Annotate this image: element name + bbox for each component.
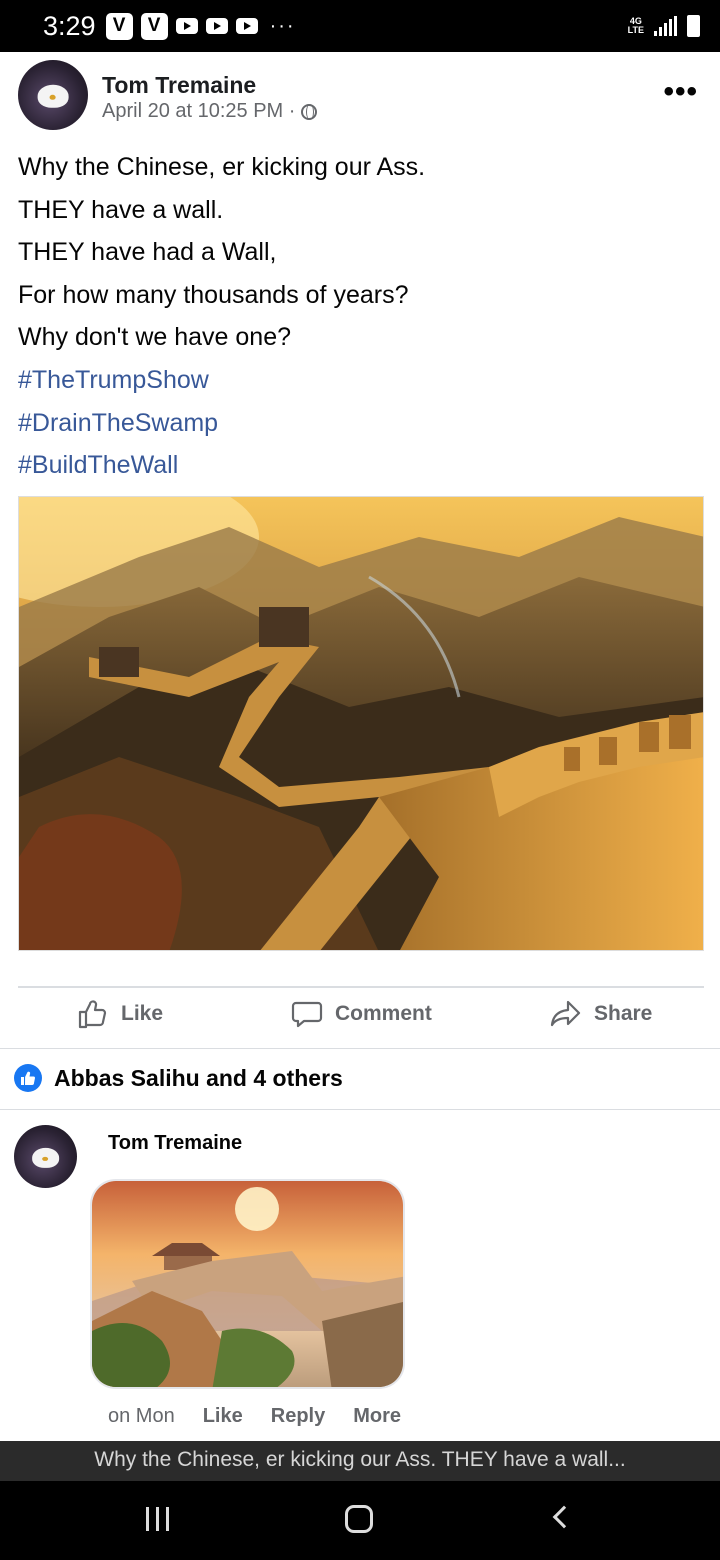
post-photo[interactable] [18,496,704,951]
youtube-icon [205,18,228,34]
comment-reply-button[interactable]: Reply [271,1405,325,1428]
youtube-icon [175,18,198,34]
youtube-icon [235,18,258,34]
comment-more-button[interactable]: More [353,1405,401,1428]
action-divider-top [18,986,704,988]
reactions-text: Abbas Salihu and 4 others [54,1064,343,1091]
post-timestamp[interactable]: April 20 at 10:25 PM · [102,100,295,123]
reactions-summary[interactable]: Abbas Salihu and 4 others [14,1064,343,1092]
comment-button[interactable]: Comment [291,998,432,1030]
post-text-line: For how many thousands of years? [18,280,409,309]
post-text-line: THEY have had a Wall, [18,238,277,267]
system-nav-bar [0,1481,720,1560]
home-icon[interactable] [345,1505,373,1533]
app-v-icon: V [140,12,168,40]
like-button[interactable]: Like [77,998,163,1030]
app-v-icon: V [105,12,133,40]
reactions-divider [0,1109,720,1110]
comment-time: on Mon [108,1405,175,1427]
post-text-line: THEY have a wall. [18,195,224,224]
comment-like-button[interactable]: Like [203,1405,243,1428]
recent-apps-icon[interactable] [146,1507,169,1531]
comment-actions: on Mon Like Reply More [108,1405,401,1428]
signal-icon [654,16,677,36]
post-meta: April 20 at 10:25 PM · [102,100,318,123]
status-time: 3:29 [43,10,96,41]
action-divider-bottom [0,1048,720,1049]
hashtag-link[interactable]: #TheTrumpShow [18,359,698,402]
commenter-avatar[interactable] [14,1125,77,1188]
share-label: Share [594,1002,653,1025]
more-notifications-icon: ··· [269,14,296,37]
share-button[interactable]: Share [550,998,652,1030]
post-preview-banner[interactable]: Why the Chinese, er kicking our Ass. THE… [0,1441,720,1481]
comment-icon [291,1001,323,1028]
like-label: Like [121,1002,164,1025]
post-body: Why the Chinese, er kicking our Ass. THE… [18,146,698,487]
globe-icon [301,103,318,120]
comment-author-name[interactable]: Tom Tremaine [108,1132,242,1155]
hashtag-link[interactable]: #DrainTheSwamp [18,402,698,445]
post-author-name[interactable]: Tom Tremaine [102,72,256,99]
more-options-icon[interactable]: ••• [663,77,698,107]
comment-photo[interactable] [90,1179,405,1389]
comment-label: Comment [335,1002,432,1025]
like-reaction-icon [14,1064,42,1092]
thumbs-up-icon [78,1000,107,1029]
notification-icons: V V ··· [105,12,296,40]
status-bar: 3:29 V V ··· 4G LTE [0,0,720,52]
post-text-line: Why the Chinese, er kicking our Ass. [18,153,426,181]
battery-icon [687,15,700,37]
post-text-line: Why don't we have one? [18,323,291,352]
network-type-icon: 4G LTE [627,16,644,35]
hashtag-link[interactable]: #BuildTheWall [18,444,698,487]
back-icon[interactable] [552,1505,576,1529]
share-icon [550,1000,581,1027]
author-avatar[interactable] [18,60,88,130]
